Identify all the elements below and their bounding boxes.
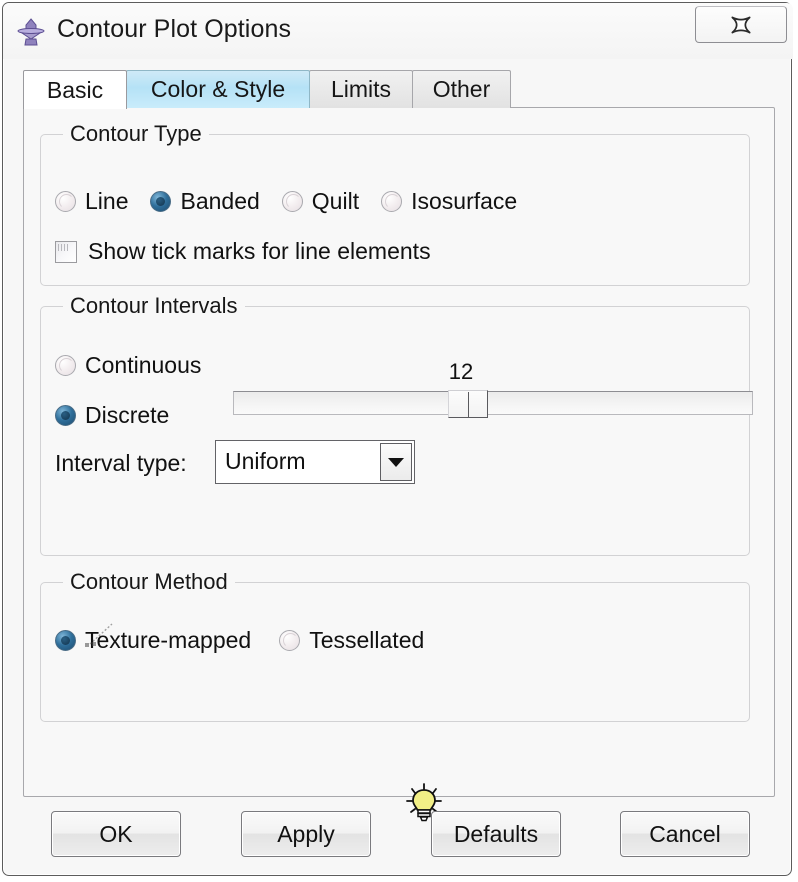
chevron-down-icon (388, 457, 404, 467)
tab-page-basic: Contour Type Line Banded Quilt Isosurfac… (23, 107, 775, 822)
radio-on-icon (55, 405, 76, 426)
dialog-button-bar: OK Apply Defaults Cancel (3, 803, 793, 873)
tab-limits-label: Limits (330, 76, 392, 102)
radio-off-icon (281, 191, 303, 212)
radio-on-icon (150, 191, 172, 212)
radio-off-icon (381, 191, 403, 212)
group-contour-intervals: Contour Intervals Continuous Discrete 12… (40, 293, 753, 556)
radio-intervals-discrete-label: Discrete (85, 402, 170, 428)
contour-plot-options-dialog: Contour Plot Options Basic Color & Style… (2, 2, 793, 876)
radio-contour-type-quilt-label: Quilt (311, 188, 360, 214)
tab-limits[interactable]: Limits (309, 70, 413, 108)
interval-type-select[interactable]: Uniform (215, 440, 415, 484)
interval-type-value: Uniform (225, 448, 306, 474)
group-contour-intervals-title: Contour Intervals (63, 293, 245, 319)
radio-contour-type-line[interactable]: Line (55, 188, 128, 215)
checkbox-unchecked-icon (55, 240, 77, 263)
slider-thumb[interactable] (448, 390, 488, 418)
checkbox-show-tick-marks[interactable]: Show tick marks for line elements (55, 238, 431, 265)
group-contour-type-title: Contour Type (63, 121, 209, 147)
radio-contour-type-banded-label: Banded (180, 188, 260, 214)
interval-count-value: 12 (448, 359, 474, 384)
radio-contour-type-quilt[interactable]: Quilt (281, 188, 360, 215)
radio-off-icon (55, 191, 76, 212)
close-icon (696, 7, 786, 42)
group-contour-method: Contour Method Texture-mapped Tessellate… (40, 569, 750, 722)
radio-intervals-continuous[interactable]: Continuous (55, 352, 201, 379)
defaults-button[interactable]: Defaults (431, 811, 561, 857)
radio-contour-type-isosurface-label: Isosurface (411, 188, 518, 214)
radio-intervals-continuous-label: Continuous (85, 352, 202, 378)
radio-method-tessellated-label: Tessellated (309, 627, 425, 653)
close-button[interactable] (695, 6, 787, 43)
checkbox-show-tick-marks-label: Show tick marks for line elements (88, 238, 431, 264)
contour-plot-icon (15, 17, 47, 47)
ok-button-label: OK (99, 820, 133, 847)
apply-button-label: Apply (277, 820, 335, 847)
radio-contour-type-line-label: Line (85, 188, 129, 214)
group-contour-type: Contour Type Line Banded Quilt Isosurfac… (40, 121, 750, 286)
page-title: Contour Plot Options (57, 15, 292, 43)
ok-button[interactable]: OK (51, 811, 181, 857)
radio-contour-type-banded[interactable]: Banded (150, 188, 260, 215)
tab-color-and-style[interactable]: Color & Style (126, 70, 310, 108)
contour-type-radio-group: Line Banded Quilt Isosurface (55, 188, 517, 215)
apply-button[interactable]: Apply (241, 811, 371, 857)
interval-count-slider[interactable] (233, 390, 753, 418)
defaults-button-label: Defaults (453, 820, 539, 847)
radio-on-icon (55, 630, 76, 651)
interval-type-dropdown-button[interactable] (380, 443, 412, 481)
cancel-button[interactable]: Cancel (620, 811, 750, 857)
radio-off-icon (55, 355, 76, 376)
tab-other-label: Other (432, 76, 491, 102)
interval-type-label: Interval type: (55, 450, 187, 476)
group-contour-method-title: Contour Method (63, 569, 235, 595)
radio-off-icon (279, 630, 301, 651)
tab-basic[interactable]: Basic (23, 70, 127, 109)
tab-color-and-style-label: Color & Style (150, 76, 286, 102)
tab-other[interactable]: Other (412, 70, 511, 108)
cancel-button-label: Cancel (649, 820, 721, 847)
cursor-artifact (82, 616, 124, 652)
title-bar: Contour Plot Options (3, 3, 793, 59)
tab-strip: Basic Color & Style Limits Other (23, 70, 775, 109)
tab-basic-label: Basic (46, 76, 104, 103)
radio-contour-type-isosurface[interactable]: Isosurface (381, 188, 517, 215)
radio-method-tessellated[interactable]: Tessellated (279, 627, 424, 654)
radio-intervals-discrete[interactable]: Discrete (55, 402, 169, 429)
